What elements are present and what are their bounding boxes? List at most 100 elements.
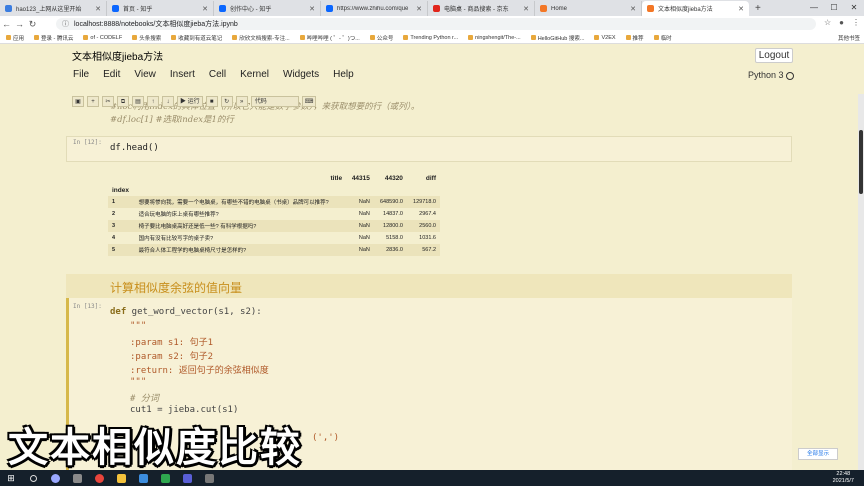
bookmark-favicon-icon xyxy=(530,35,536,40)
bookmark-item[interactable]: 哔哩哔哩 ( ゜- ゜)つ... xyxy=(299,34,360,42)
chrome-icon[interactable] xyxy=(88,470,110,486)
close-window-icon[interactable]: ✕ xyxy=(844,0,864,16)
menu-edit[interactable]: Edit xyxy=(96,68,127,82)
menu-file[interactable]: File xyxy=(66,68,96,82)
browser-tab[interactable]: 首页 - 知乎 ✕ xyxy=(107,1,214,16)
show-all-downloads-button[interactable]: 全部显示 xyxy=(798,448,838,460)
taskbar-clock[interactable]: 22:48 2021/5/7 xyxy=(833,471,854,485)
reload-icon[interactable]: ↻ xyxy=(26,19,39,30)
logout-button[interactable]: Logout xyxy=(755,48,793,63)
app-icon[interactable] xyxy=(132,470,154,486)
bookmark-item[interactable]: 收藏到有道云笔记 xyxy=(171,34,222,42)
menu-widgets[interactable]: Widgets xyxy=(276,68,326,82)
browser-tab[interactable]: 创作中心 - 知乎 ✕ xyxy=(214,1,321,16)
bookmark-item[interactable]: 欣欣文档搜索-专注... xyxy=(232,34,290,42)
bookmark-item[interactable]: V2EX xyxy=(594,35,616,41)
new-tab-button[interactable]: + xyxy=(749,1,767,16)
browser-tab[interactable]: 文本相似度jieba方法 ✕ xyxy=(642,1,749,16)
move-up-icon[interactable]: ↑ xyxy=(147,96,159,107)
menu-cell[interactable]: Cell xyxy=(202,68,233,82)
tab-close-icon[interactable]: ✕ xyxy=(630,5,636,13)
code-line[interactable]: (',') xyxy=(312,433,339,443)
copy-icon[interactable]: ⧉ xyxy=(117,96,129,107)
bookmark-label: 推荐 xyxy=(632,35,644,42)
info-icon[interactable]: ⓘ xyxy=(62,19,69,29)
bookmark-item[interactable]: 临时 xyxy=(653,34,672,42)
paste-icon[interactable]: ▤ xyxy=(132,96,144,107)
menu-view[interactable]: View xyxy=(127,68,163,82)
bookmark-item[interactable]: 登录 - 腾讯云 xyxy=(34,34,73,42)
menu-help[interactable]: Help xyxy=(326,68,361,82)
markdown-cell[interactable]: 计算相似度余弦的值向量 xyxy=(66,274,792,300)
browser-tab[interactable]: Home ✕ xyxy=(535,1,642,16)
menu-dots-icon[interactable]: ⋮ xyxy=(852,18,860,27)
bookmark-item[interactable]: 公众号 xyxy=(369,34,393,42)
forward-icon[interactable]: → xyxy=(13,19,26,29)
stop-icon[interactable]: ■ xyxy=(205,96,218,107)
restart-run-icon[interactable]: » xyxy=(235,96,248,107)
notebook-container[interactable]: ▣ + ✂ ⧉ ▤ ↑ ↓ ▶ 运行 ■ ↻ » 代码 ⌨ #iloc利用ind… xyxy=(0,94,858,470)
task-view-icon[interactable] xyxy=(66,470,88,486)
browser-tab[interactable]: hao123_上网从这里开始 ✕ xyxy=(0,1,107,16)
menu-insert[interactable]: Insert xyxy=(163,68,202,82)
file-explorer-icon[interactable] xyxy=(110,470,132,486)
cell-code[interactable]: df.head() xyxy=(110,143,159,153)
notebook-title[interactable]: 文本相似度jieba方法 xyxy=(72,48,163,63)
code-line[interactable]: :return: 返回句子的余弦相似度 xyxy=(130,363,269,376)
tab-close-icon[interactable]: ✕ xyxy=(523,5,529,13)
windows-start-icon[interactable]: ⊞ xyxy=(0,473,22,484)
menu-kernel[interactable]: Kernel xyxy=(233,68,276,82)
table-row: 2 适合玩电脑的床上桌有哪些推荐? NaN 14837.0 2967.4 xyxy=(108,208,440,220)
back-icon[interactable]: ← xyxy=(0,19,13,29)
scrollbar-thumb[interactable] xyxy=(859,130,863,194)
bookmark-favicon-icon xyxy=(299,35,305,40)
browser-tab[interactable]: https://www.zhihu.com/que ✕ xyxy=(321,1,428,16)
code-line[interactable]: """ xyxy=(130,321,146,331)
bookmark-item[interactable]: HelloGitHub 搜索... xyxy=(530,34,584,42)
code-line[interactable]: :param s1: 句子1 xyxy=(130,335,213,348)
move-down-icon[interactable]: ↓ xyxy=(162,96,174,107)
app-icon[interactable] xyxy=(154,470,176,486)
code-line[interactable]: """ xyxy=(130,377,146,387)
tab-close-icon[interactable]: ✕ xyxy=(416,5,422,13)
code-line[interactable]: cut1 = jieba.cut(s1) xyxy=(130,405,238,415)
profile-icon[interactable]: ● xyxy=(839,18,844,27)
tab-favicon-icon xyxy=(433,5,440,12)
maximize-icon[interactable]: ☐ xyxy=(824,0,844,16)
other-bookmarks[interactable]: 其他书签 xyxy=(838,34,860,42)
bookmark-item[interactable]: 推荐 xyxy=(625,34,644,42)
bookmark-item[interactable]: 应用 xyxy=(6,34,24,42)
tab-close-icon[interactable]: ✕ xyxy=(95,5,101,13)
cut-icon[interactable]: ✂ xyxy=(102,96,114,107)
tab-close-icon[interactable]: ✕ xyxy=(738,5,744,13)
code-line[interactable]: :param s2: 句子2 xyxy=(130,349,213,362)
restart-icon[interactable]: ↻ xyxy=(220,96,233,107)
tab-close-icon[interactable]: ✕ xyxy=(309,5,315,13)
bookmark-item[interactable]: of - CODELF xyxy=(83,35,122,41)
code-line[interactable]: # 分词 xyxy=(130,391,159,404)
cell-type-select[interactable]: 代码 xyxy=(250,96,299,107)
run-button[interactable]: ▶ 运行 xyxy=(177,96,203,107)
command-palette-icon[interactable]: ⌨ xyxy=(301,96,317,107)
app-icon[interactable] xyxy=(198,470,220,486)
cell-value: 14837.0 xyxy=(383,211,403,217)
search-icon[interactable] xyxy=(22,470,44,486)
bookmark-item[interactable]: Trending Python r... xyxy=(403,35,458,41)
code-line[interactable]: def get_word_vector(s1, s2): xyxy=(110,307,262,317)
bookmark-item[interactable]: ningshengit/The-... xyxy=(468,35,521,41)
cortana-icon[interactable] xyxy=(44,470,66,486)
address-toolbar: ← → ↻ ⓘ localhost:8888/notebooks/文本相似度ji… xyxy=(0,16,864,32)
star-icon[interactable]: ☆ xyxy=(824,18,831,27)
code-cell[interactable] xyxy=(66,136,792,162)
minimize-icon[interactable]: — xyxy=(804,0,824,16)
app-icon[interactable] xyxy=(176,470,198,486)
add-cell-icon[interactable]: + xyxy=(87,96,99,107)
tab-close-icon[interactable]: ✕ xyxy=(202,5,208,13)
save-icon[interactable]: ▣ xyxy=(72,96,84,107)
cell-value: 2967.4 xyxy=(419,211,436,217)
url-text[interactable]: localhost:8888/notebooks/文本相似度jieba方法.ip… xyxy=(74,19,238,29)
omnibox[interactable]: ⓘ localhost:8888/notebooks/文本相似度jieba方法.… xyxy=(56,18,816,30)
bookmark-item[interactable]: 头条搜索 xyxy=(132,34,161,42)
vertical-scrollbar[interactable] xyxy=(858,94,864,470)
browser-tab[interactable]: 电脑桌 - 商品搜索 - 京东 ✕ xyxy=(428,1,535,16)
